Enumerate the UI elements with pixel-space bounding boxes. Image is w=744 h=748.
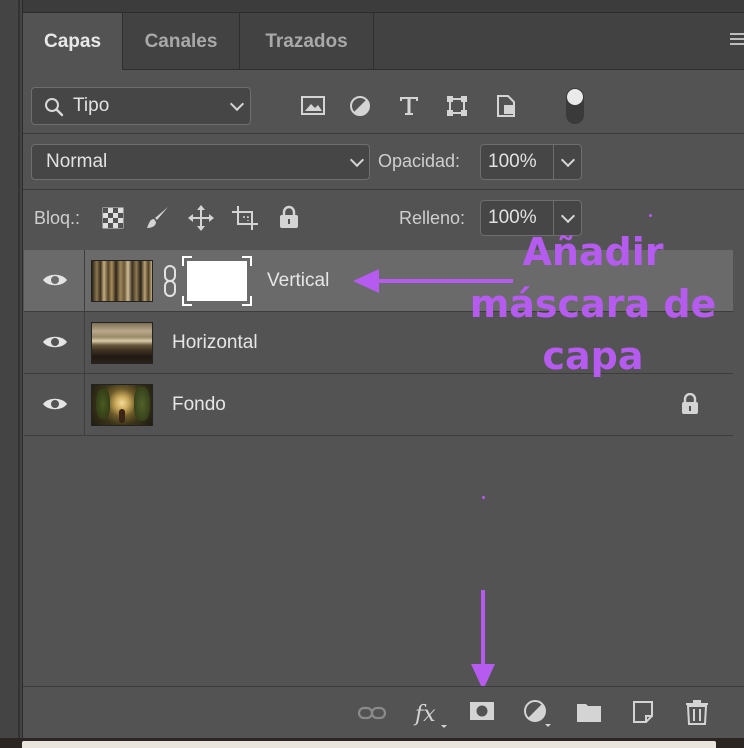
opacity-field[interactable]: 100% <box>480 144 582 180</box>
annotation-line: Añadir <box>522 230 664 274</box>
tab-canales[interactable]: Canales <box>123 13 240 69</box>
divider <box>23 133 744 134</box>
smart-object-filter-icon[interactable] <box>495 94 517 118</box>
chevron-down-icon <box>229 96 245 112</box>
visibility-toggle[interactable] <box>24 312 85 373</box>
layer-thumbnail <box>91 322 153 364</box>
opacity-label: Opacidad: <box>378 151 461 171</box>
fill-label: Relleno: <box>399 208 466 228</box>
tab-capas[interactable]: Capas <box>23 13 123 70</box>
blend-mode-select[interactable]: Normal <box>31 144 370 180</box>
panel-bottom-toolbar: fx <box>23 686 744 739</box>
filter-toggle[interactable] <box>566 88 584 124</box>
add-mask-icon[interactable] <box>469 701 495 721</box>
eye-icon[interactable] <box>42 272 68 288</box>
shape-filter-icon[interactable] <box>446 95 468 117</box>
divider <box>23 189 744 190</box>
opacity-value: 100% <box>488 151 537 172</box>
annotation-line: máscara de <box>469 282 717 326</box>
annotation-arrow-down <box>471 590 495 690</box>
lock-icon <box>682 393 698 414</box>
layer-thumbnail <box>91 384 153 426</box>
annotation-line: capa <box>542 334 644 378</box>
pixel-layer-filter-icon[interactable] <box>301 95 325 117</box>
left-dock-edge <box>0 0 23 748</box>
panel-top-bar <box>23 0 744 13</box>
layer-name[interactable]: Fondo <box>172 394 226 416</box>
layers-panel: Capas Canales Trazados Tipo Normal Opaci… <box>23 0 744 739</box>
chevron-down-icon <box>560 208 576 224</box>
lock-position-move-icon[interactable] <box>188 205 214 231</box>
stray-dot <box>482 496 485 499</box>
panel-tabs: Capas Canales Trazados <box>23 13 744 70</box>
visibility-toggle[interactable] <box>24 250 85 311</box>
layer-thumbnail <box>91 260 153 302</box>
search-icon <box>45 98 64 117</box>
link-layers-icon[interactable] <box>357 703 387 723</box>
layer-row-fondo[interactable]: Fondo <box>24 374 733 436</box>
layer-name[interactable]: Vertical <box>267 270 329 292</box>
stray-dot <box>649 214 652 217</box>
lock-artboard-icon[interactable] <box>231 205 259 231</box>
panel-menu-icon[interactable] <box>730 33 744 47</box>
fx-icon[interactable]: fx <box>413 697 449 731</box>
blend-mode-value: Normal <box>46 151 108 172</box>
filter-kind-select[interactable]: Tipo <box>31 87 251 125</box>
annotation-text: Añadir máscara de capa <box>463 226 723 382</box>
trash-icon[interactable] <box>685 699 709 725</box>
lock-transparency-icon[interactable] <box>102 207 124 229</box>
lock-all-icon[interactable] <box>278 205 300 229</box>
eye-icon[interactable] <box>42 334 68 350</box>
chevron-down-icon <box>349 152 365 168</box>
eye-icon[interactable] <box>42 396 68 412</box>
adjustment-layer-icon[interactable] <box>523 699 555 729</box>
layer-mask-thumbnail[interactable] <box>182 256 252 306</box>
layer-name[interactable]: Horizontal <box>172 332 258 354</box>
type-filter-icon[interactable] <box>398 95 420 117</box>
lock-pixels-brush-icon[interactable] <box>146 205 170 231</box>
new-group-folder-icon[interactable] <box>576 701 602 723</box>
svg-text:fx: fx <box>413 702 436 727</box>
new-layer-icon[interactable] <box>632 700 654 724</box>
lock-label: Bloq.: <box>34 208 81 228</box>
chain-link-icon[interactable] <box>162 264 178 298</box>
chevron-down-icon <box>560 152 576 168</box>
visibility-toggle[interactable] <box>24 374 85 435</box>
tab-trazados[interactable]: Trazados <box>240 13 374 69</box>
filter-kind-value: Tipo <box>73 95 110 116</box>
toggle-knob <box>567 89 583 105</box>
adjustment-filter-icon[interactable] <box>349 95 371 117</box>
window-bottom-edge <box>0 738 744 748</box>
